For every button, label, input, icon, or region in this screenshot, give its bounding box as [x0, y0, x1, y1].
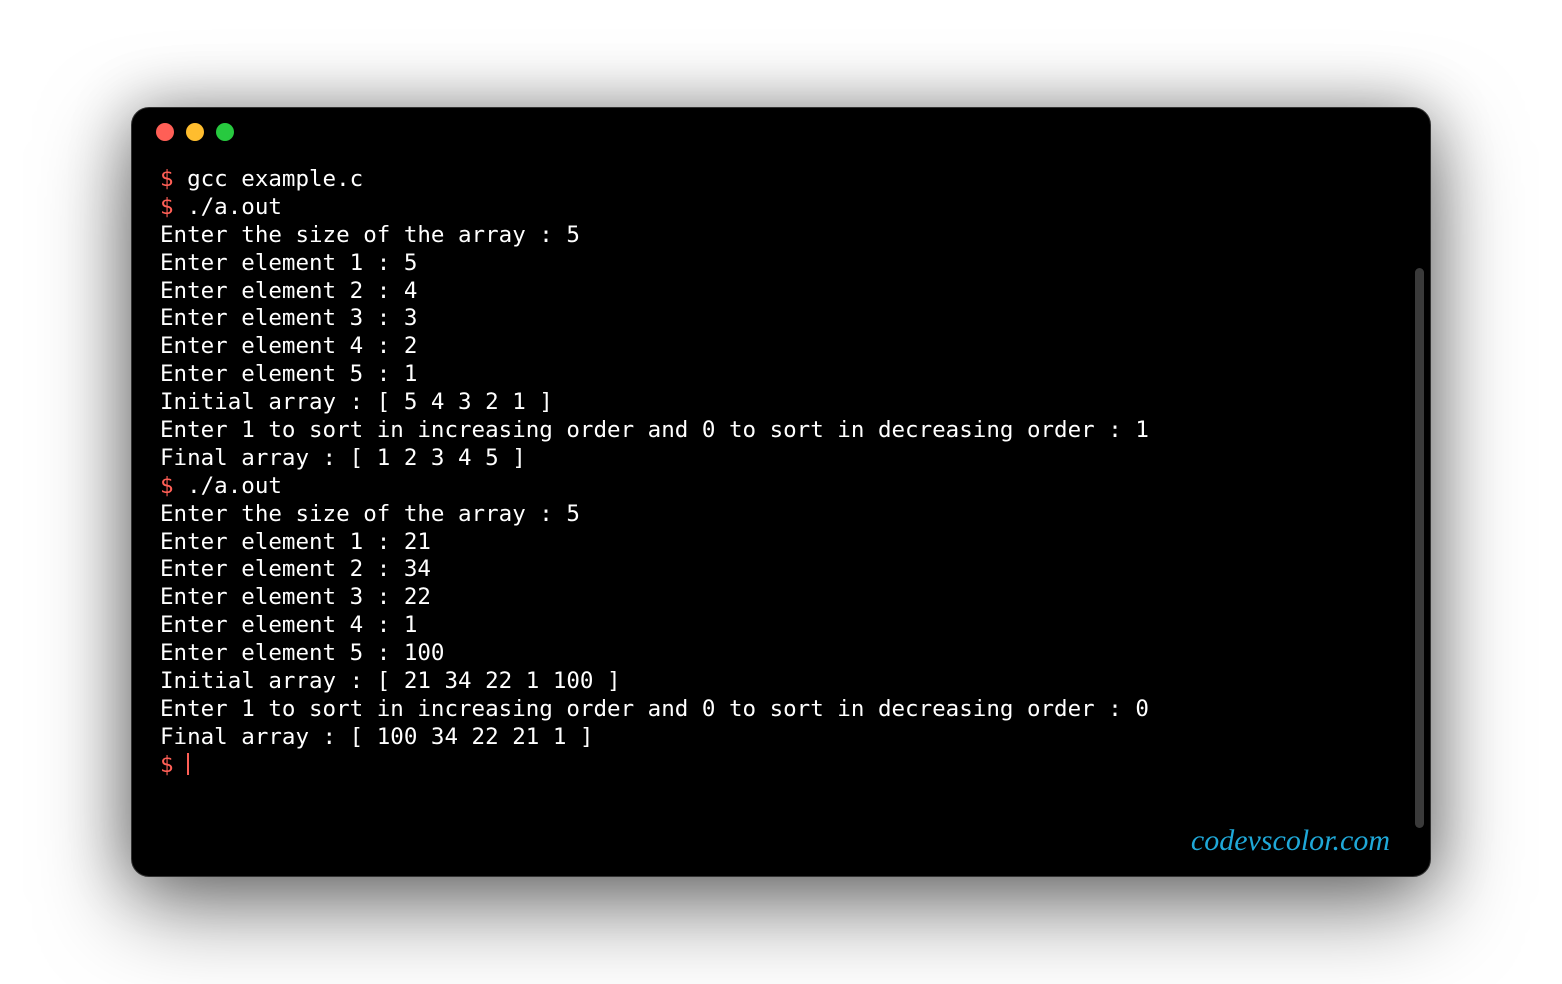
terminal-output-line: Enter element 1 : 5 [160, 250, 1402, 278]
terminal-text: Enter the size of the array : 5 [160, 501, 580, 527]
terminal-output-line: Enter element 5 : 100 [160, 640, 1402, 668]
prompt-symbol: $ [160, 194, 187, 220]
prompt-symbol: $ [160, 166, 187, 192]
terminal-text: Enter 1 to sort in increasing order and … [160, 417, 1149, 443]
watermark: codevscolor.com [1191, 824, 1390, 858]
terminal-text: Final array : [ 100 34 22 21 1 ] [160, 724, 593, 750]
terminal-text: Enter element 3 : 3 [160, 305, 417, 331]
terminal-text: Enter element 4 : 2 [160, 333, 417, 359]
terminal-text: Enter element 4 : 1 [160, 612, 417, 638]
cursor-icon [187, 753, 189, 775]
prompt-symbol: $ [160, 752, 187, 778]
terminal-output-line: Enter element 3 : 22 [160, 584, 1402, 612]
prompt-symbol: $ [160, 473, 187, 499]
terminal-output-line: Initial array : [ 5 4 3 2 1 ] [160, 389, 1402, 417]
terminal-command-line: $ ./a.out [160, 473, 1402, 501]
terminal-output-line: Enter 1 to sort in increasing order and … [160, 696, 1402, 724]
terminal-body[interactable]: $ gcc example.c$ ./a.outEnter the size o… [132, 156, 1430, 800]
terminal-text: Initial array : [ 5 4 3 2 1 ] [160, 389, 553, 415]
close-icon[interactable] [156, 123, 174, 141]
terminal-output-line: Enter the size of the array : 5 [160, 222, 1402, 250]
terminal-text: Enter 1 to sort in increasing order and … [160, 696, 1149, 722]
terminal-text: Enter element 5 : 1 [160, 361, 417, 387]
terminal-output-line: Enter the size of the array : 5 [160, 501, 1402, 529]
terminal-text: Enter element 5 : 100 [160, 640, 444, 666]
terminal-output-line: Final array : [ 1 2 3 4 5 ] [160, 445, 1402, 473]
minimize-icon[interactable] [186, 123, 204, 141]
terminal-output-line: Initial array : [ 21 34 22 1 100 ] [160, 668, 1402, 696]
terminal-text: ./a.out [187, 473, 282, 499]
scrollbar-thumb[interactable] [1415, 268, 1424, 828]
terminal-output-line: Enter element 4 : 1 [160, 612, 1402, 640]
terminal-output-line: Enter element 3 : 3 [160, 305, 1402, 333]
terminal-text: Enter the size of the array : 5 [160, 222, 580, 248]
terminal-command-line: $ [160, 752, 1402, 780]
terminal-output-line: Enter element 2 : 4 [160, 278, 1402, 306]
terminal-text: Final array : [ 1 2 3 4 5 ] [160, 445, 526, 471]
terminal-text: ./a.out [187, 194, 282, 220]
terminal-output-line: Enter 1 to sort in increasing order and … [160, 417, 1402, 445]
terminal-text: Enter element 2 : 34 [160, 556, 431, 582]
terminal-output-line: Enter element 2 : 34 [160, 556, 1402, 584]
terminal-output-line: Enter element 5 : 1 [160, 361, 1402, 389]
terminal-output-line: Final array : [ 100 34 22 21 1 ] [160, 724, 1402, 752]
terminal-text: Initial array : [ 21 34 22 1 100 ] [160, 668, 621, 694]
terminal-text: gcc example.c [187, 166, 363, 192]
terminal-window: $ gcc example.c$ ./a.outEnter the size o… [131, 107, 1431, 877]
terminal-text: Enter element 1 : 21 [160, 529, 431, 555]
terminal-command-line: $ gcc example.c [160, 166, 1402, 194]
terminal-output-line: Enter element 1 : 21 [160, 529, 1402, 557]
terminal-command-line: $ ./a.out [160, 194, 1402, 222]
terminal-text: Enter element 1 : 5 [160, 250, 417, 276]
terminal-text: Enter element 2 : 4 [160, 278, 417, 304]
terminal-output-line: Enter element 4 : 2 [160, 333, 1402, 361]
title-bar [132, 108, 1430, 156]
terminal-text: Enter element 3 : 22 [160, 584, 431, 610]
maximize-icon[interactable] [216, 123, 234, 141]
